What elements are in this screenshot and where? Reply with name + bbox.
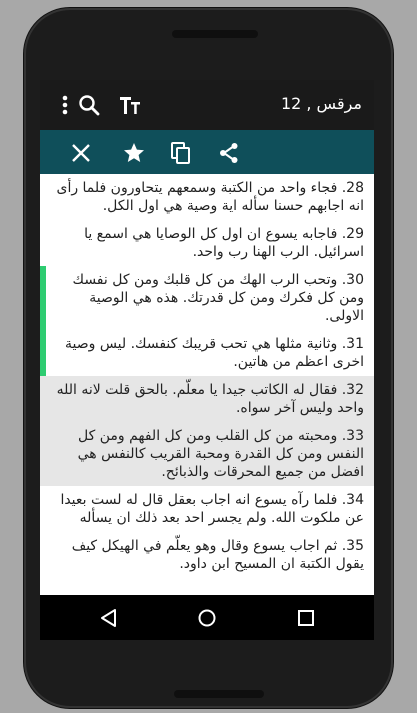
text-size-icon[interactable] [117,92,143,118]
verse-item-highlighted[interactable]: 31. وثانية مثلها هي تحب قريبك كنفسك. ليس… [40,330,374,376]
verse-number: 34 [346,492,364,508]
verse-item-selected[interactable]: 33. ومحبته من كل القلب ومن كل الفهم ومن … [40,422,374,486]
verse-item[interactable]: 35. ثم اجاب يسوع وقال وهو يعلّم في الهيك… [40,532,374,578]
verse-number: 33 [346,428,364,444]
verse-number: 30 [346,272,364,288]
selection-action-bar [40,130,374,174]
speaker-grille-bottom [174,690,264,698]
verse-number: 31 [346,336,364,352]
copy-icon[interactable] [167,139,195,167]
back-icon[interactable] [96,605,122,631]
verse-text: ومحبته من كل القلب ومن كل الفهم ومن كل ا… [77,428,364,480]
verse-text: وتحب الرب الهك من كل قلبك ومن كل نفسك وم… [72,272,364,324]
verse-text: فلما رآه يسوع انه اجاب بعقل قال له لست ب… [60,492,364,526]
highlight-marker [40,330,46,376]
close-icon[interactable] [67,139,95,167]
verse-item-highlighted[interactable]: 30. وتحب الرب الهك من كل قلبك ومن كل نفس… [40,266,374,330]
verse-list: 28. فجاء واحد من الكتبة وسمعهم يتحاورون … [40,174,374,595]
verse-text: فجاء واحد من الكتبة وسمعهم يتحاورون فلما… [56,180,364,214]
verse-number: 35 [346,538,364,554]
verse-item-selected[interactable]: 32. فقال له الكاتب جيدا يا معلّم. بالحق … [40,376,374,422]
app-screen: مرقس , 12 28. فجاء واحد من الكتبة وسمعهم… [40,80,374,640]
verse-text: فقال له الكاتب جيدا يا معلّم. بالحق قلت … [56,382,364,416]
verse-text: ثم اجاب يسوع وقال وهو يعلّم في الهيكل كي… [71,538,364,572]
recents-icon[interactable] [293,605,319,631]
verse-number: 29 [346,226,364,242]
app-bar: مرقس , 12 [40,80,374,130]
search-icon[interactable] [76,92,102,118]
system-nav-bar [40,595,374,640]
verse-item[interactable]: 28. فجاء واحد من الكتبة وسمعهم يتحاورون … [40,174,374,220]
more-vert-icon[interactable] [52,92,78,118]
page-title: مرقس , 12 [280,94,362,113]
verse-text: وثانية مثلها هي تحب قريبك كنفسك. ليس وصي… [64,336,364,370]
verse-item[interactable]: 29. فاجابه يسوع ان اول كل الوصايا هي اسم… [40,220,374,266]
home-icon[interactable] [194,605,220,631]
star-icon[interactable] [120,139,148,167]
speaker-grille [172,30,258,38]
highlight-marker [40,266,46,330]
verse-item[interactable]: 34. فلما رآه يسوع انه اجاب بعقل قال له ل… [40,486,374,532]
verse-number: 28 [346,180,364,196]
share-icon[interactable] [215,139,243,167]
verse-text: فاجابه يسوع ان اول كل الوصايا هي اسمع يا… [84,226,364,260]
verse-number: 32 [346,382,364,398]
